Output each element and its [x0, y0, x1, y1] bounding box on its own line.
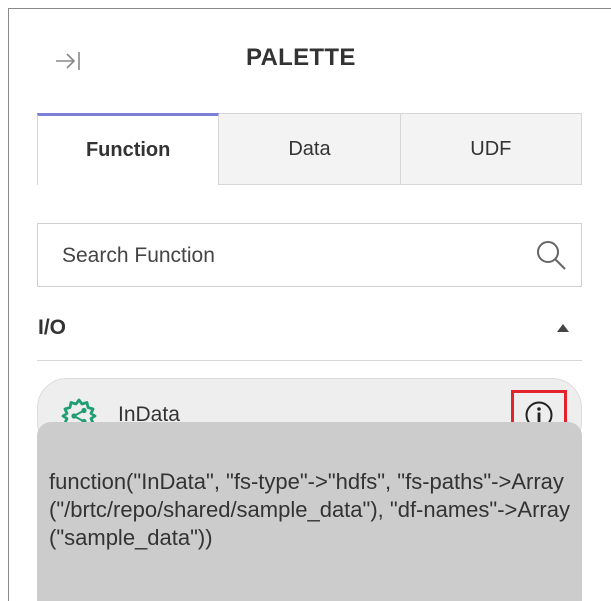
tab-udf[interactable]: UDF [400, 113, 582, 185]
section-label-io: I/O [38, 316, 67, 339]
collapse-right-icon[interactable] [55, 50, 81, 72]
search-box [37, 223, 582, 288]
function-tooltip: function("InData", "fs-type"->"hdfs", "f… [37, 422, 582, 601]
section-divider [37, 360, 582, 361]
tab-function[interactable]: Function [37, 113, 220, 185]
search-icon[interactable] [535, 239, 567, 271]
collapse-up-icon[interactable] [556, 323, 570, 333]
tab-data[interactable]: Data [219, 113, 401, 185]
search-input[interactable] [60, 224, 504, 288]
tab-bar: Function Data UDF [37, 113, 582, 185]
palette-title: PALETTE [246, 44, 356, 71]
